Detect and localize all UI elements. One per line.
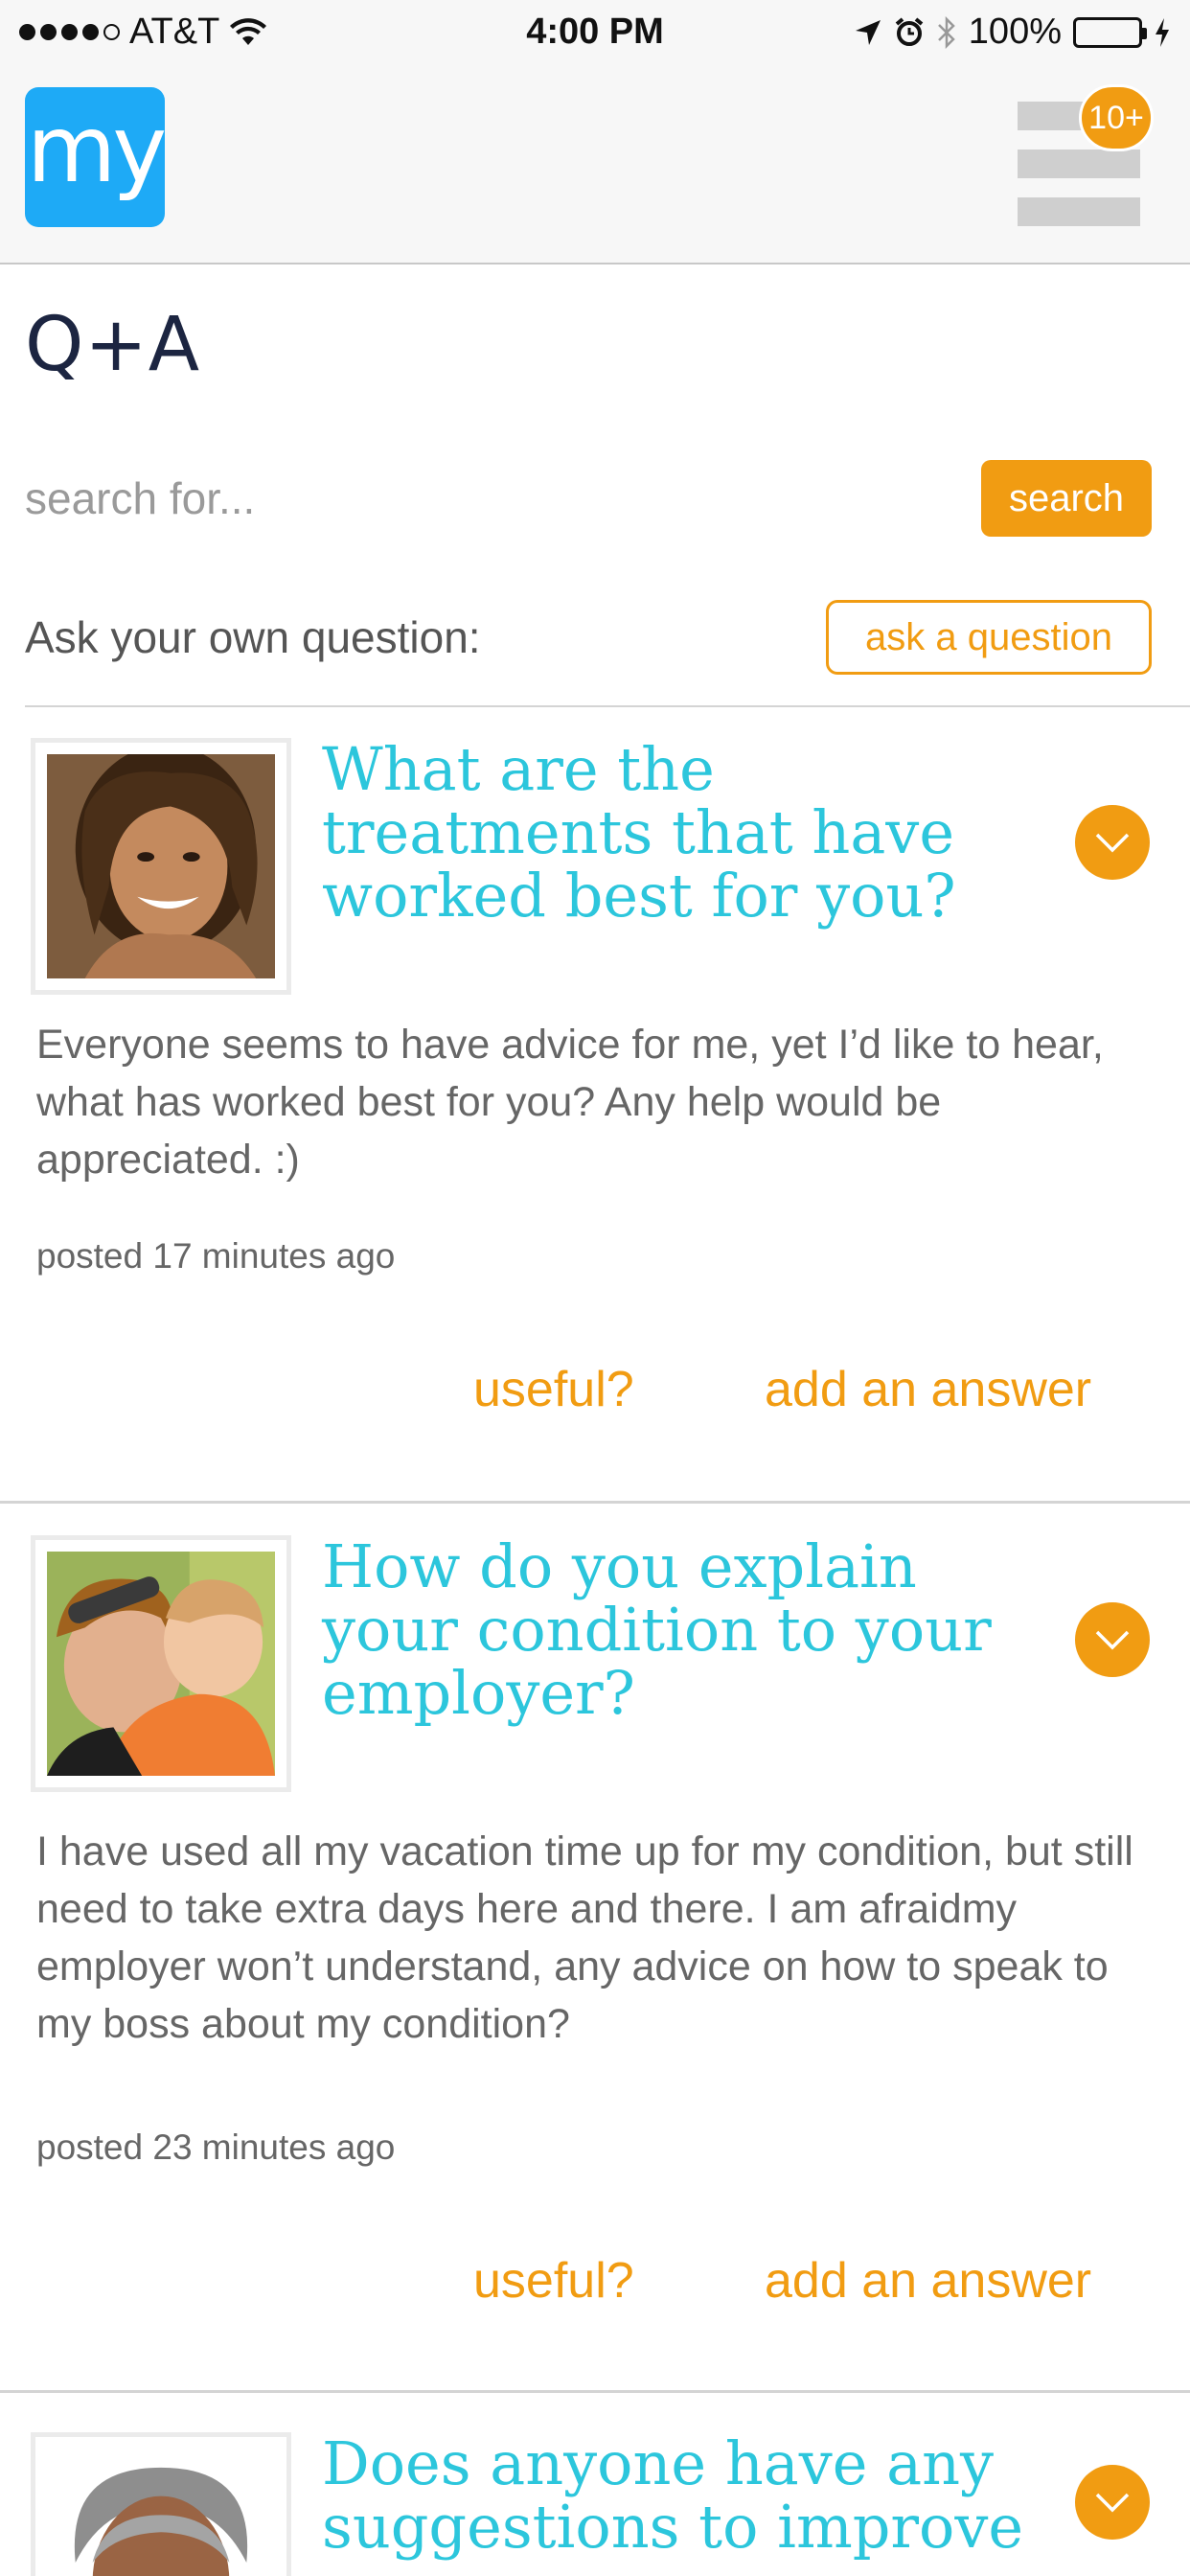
add-answer-link[interactable]: add an answer <box>765 1361 1091 1418</box>
question-card: Does anyone have any suggestions to impr… <box>0 2432 1190 2576</box>
question-body: Everyone seems to have advice for me, ye… <box>36 1022 1104 1183</box>
question-body: I have used all my vacation time up for … <box>36 1828 1133 2047</box>
avatar <box>31 1535 291 1792</box>
expand-button[interactable] <box>1075 2465 1150 2540</box>
menu-icon-bar <box>1018 197 1140 226</box>
location-arrow-icon <box>855 19 881 45</box>
divider <box>0 1501 1190 1504</box>
useful-link[interactable]: useful? <box>473 2252 634 2310</box>
status-bar: AT&T 4:00 PM 100% <box>0 0 1190 63</box>
avatar-image <box>47 2449 275 2576</box>
avatar-image <box>47 1552 275 1776</box>
avatar <box>31 738 291 995</box>
battery-icon <box>1073 16 1147 48</box>
posted-time: posted 23 minutes ago <box>36 2128 396 2167</box>
question-title[interactable]: What are the treatments that have worked… <box>322 738 1031 928</box>
search-button[interactable]: search <box>981 460 1152 537</box>
expand-button[interactable] <box>1075 805 1150 880</box>
status-right: 100% <box>854 12 1171 53</box>
ask-question-button[interactable]: ask a question <box>826 600 1152 675</box>
question-title[interactable]: Does anyone have any suggestions to impr… <box>322 2432 1031 2559</box>
avatar <box>31 2432 291 2576</box>
question-card: What are the treatments that have worked… <box>0 738 1190 1505</box>
mother-child-photo-icon <box>47 1552 275 1776</box>
notification-badge[interactable]: 10+ <box>1079 84 1154 151</box>
app-logo[interactable]: my <box>25 87 167 227</box>
divider <box>0 2390 1190 2393</box>
question-title[interactable]: How do you explain your condition to you… <box>322 1535 1031 1725</box>
older-woman-portrait-icon <box>47 2449 275 2576</box>
menu-icon-bar <box>1018 150 1140 178</box>
question-card: How do you explain your condition to you… <box>0 1535 1190 2388</box>
app-header: my <box>0 63 1190 264</box>
chevron-down-icon <box>1095 1630 1130 1650</box>
charging-icon <box>1156 17 1169 47</box>
search-input[interactable] <box>25 460 964 537</box>
chevron-down-icon <box>1095 2493 1130 2513</box>
expand-button[interactable] <box>1075 1602 1150 1677</box>
bluetooth-icon <box>937 15 955 49</box>
divider <box>25 705 1190 707</box>
alarm-icon <box>895 16 924 46</box>
add-answer-link[interactable]: add an answer <box>765 2252 1091 2310</box>
battery-percent: 100% <box>968 12 1062 52</box>
page-title: Q+A <box>25 302 201 388</box>
chevron-down-icon <box>1095 833 1130 853</box>
woman-portrait-icon <box>47 754 275 978</box>
posted-time: posted 17 minutes ago <box>36 1236 396 1276</box>
useful-link[interactable]: useful? <box>473 1361 634 1418</box>
ask-label: Ask your own question: <box>25 612 481 662</box>
avatar-image <box>47 754 275 978</box>
